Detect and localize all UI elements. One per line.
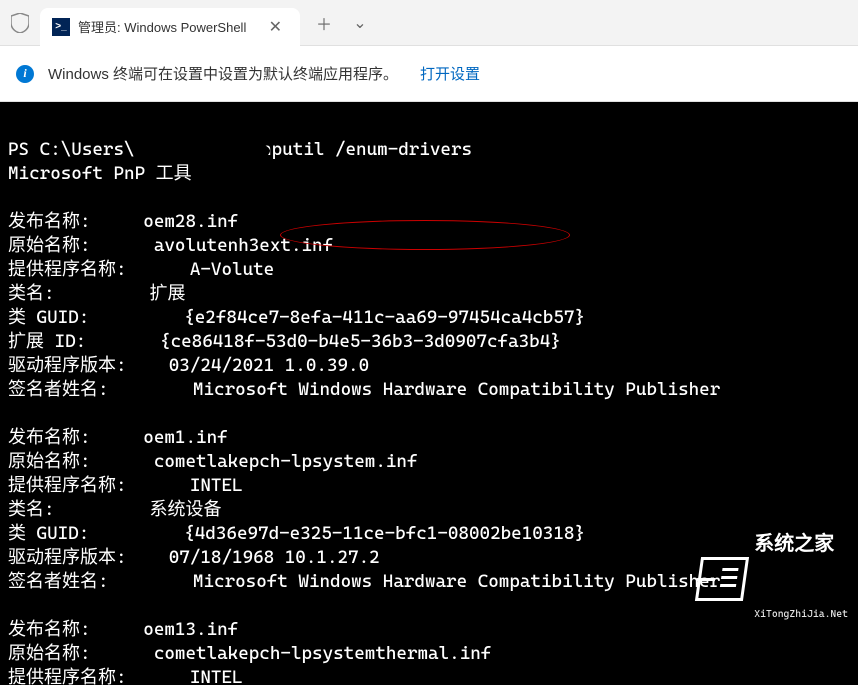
info-icon: i [16, 65, 34, 83]
command-text: pnputil /enum-drivers [251, 139, 472, 160]
value-class: 扩展 [149, 283, 185, 304]
label-version: 驱动程序版本: [8, 355, 127, 376]
value-origname: cometlakepch-lpsystemthermal.inf [154, 643, 492, 664]
label-version: 驱动程序版本: [8, 547, 127, 568]
label-signer: 签名者姓名: [8, 571, 109, 592]
value-provider: INTEL [190, 475, 243, 496]
label-guid: 类 GUID: [8, 307, 89, 328]
open-settings-link[interactable]: 打开设置 [420, 63, 480, 84]
value-pubname: oem28.inf [143, 211, 238, 232]
window-titlebar: >_ 管理员: Windows PowerShell ✕ ＋ ⌄ [0, 0, 858, 46]
value-pubname: oem13.inf [143, 619, 238, 640]
info-bar: i Windows 终端可在设置中设置为默认终端应用程序。 打开设置 [0, 46, 858, 102]
label-origname: 原始名称: [8, 643, 91, 664]
label-class: 类名: [8, 499, 55, 520]
label-pubname: 发布名称: [8, 619, 91, 640]
value-pubname: oem1.inf [143, 427, 227, 448]
info-message: Windows 终端可在设置中设置为默认终端应用程序。 [48, 63, 398, 84]
value-provider: INTEL [190, 667, 243, 685]
label-class: 类名: [8, 283, 55, 304]
value-origname: cometlakepch-lpsystem.inf [154, 451, 418, 472]
label-provider: 提供程序名称: [8, 259, 127, 280]
terminal-output[interactable]: PS C:\Users\ > pnputil /enum-drivers Mic… [0, 102, 858, 685]
tab-dropdown-button[interactable]: ⌄ [344, 7, 376, 39]
label-guid: 类 GUID: [8, 523, 89, 544]
powershell-icon: >_ [52, 18, 70, 36]
value-version: 03/24/2021 1.0.39.0 [169, 355, 369, 376]
value-provider: A-Volute [190, 259, 274, 280]
tab-title: 管理员: Windows PowerShell [78, 17, 255, 36]
value-guid: {4d36e97d-e325-11ce-bfc1-08002be10318} [184, 523, 585, 544]
shield-icon [0, 13, 40, 33]
tool-header: Microsoft PnP 工具 [8, 163, 192, 184]
value-version: 07/18/1968 10.1.27.2 [169, 547, 380, 568]
tab-powershell[interactable]: >_ 管理员: Windows PowerShell ✕ [40, 8, 300, 46]
label-signer: 签名者姓名: [8, 379, 109, 400]
value-signer: Microsoft Windows Hardware Compatibility… [193, 379, 720, 400]
watermark-brand: 系统之家 [754, 531, 848, 555]
label-origname: 原始名称: [8, 235, 91, 256]
value-signer: Microsoft Windows Hardware Compatibility… [193, 571, 720, 592]
value-origname: avolutenh3ext.inf [154, 235, 333, 256]
label-origname: 原始名称: [8, 451, 91, 472]
tab-close-button[interactable]: ✕ [263, 15, 288, 39]
new-tab-button[interactable]: ＋ [308, 7, 340, 39]
label-pubname: 发布名称: [8, 211, 91, 232]
watermark-domain: XiTongZhiJia.Net [754, 603, 848, 627]
value-class: 系统设备 [149, 499, 221, 520]
label-provider: 提供程序名称: [8, 475, 127, 496]
value-guid: {e2f84ce7-8efa-411c-aa69-97454ca4cb57} [184, 307, 585, 328]
value-extid: {ce86418f-53d0-b4e5-36b3-3d0907cfa3b4} [160, 331, 561, 352]
label-extid: 扩展 ID: [8, 331, 86, 352]
label-provider: 提供程序名称: [8, 667, 127, 685]
watermark: 系统之家 XiTongZhiJia.Net [698, 483, 848, 675]
label-pubname: 发布名称: [8, 427, 91, 448]
